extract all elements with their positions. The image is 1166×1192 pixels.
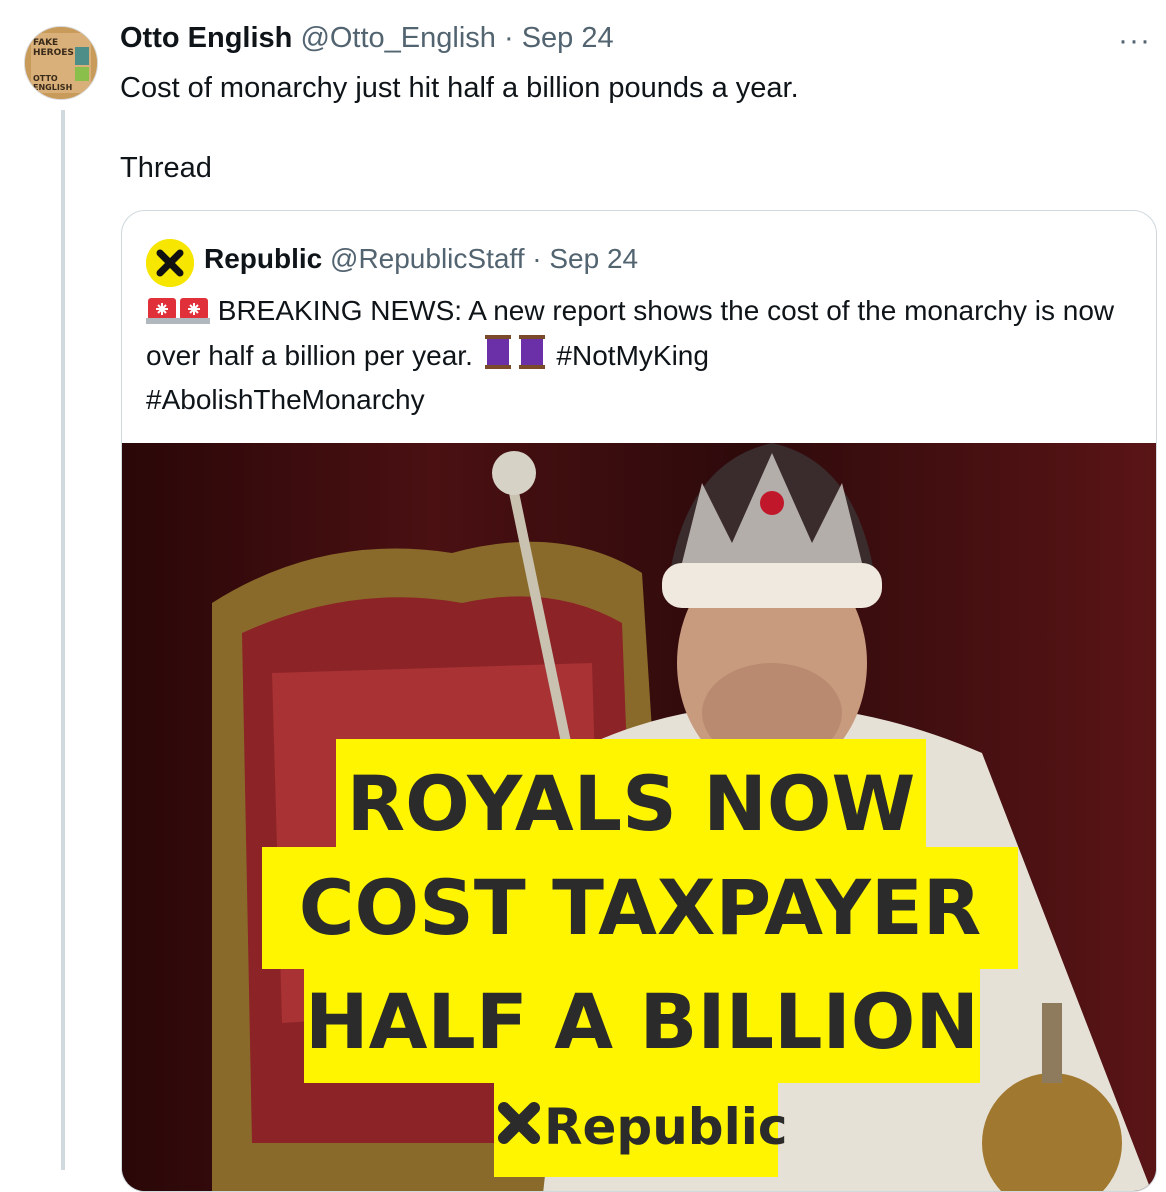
more-options-icon[interactable]: ··· [1118, 24, 1151, 58]
republic-logo-avatar[interactable] [146, 239, 194, 287]
tweet-text-line: Thread [120, 152, 212, 184]
svg-text:ENGLISH: ENGLISH [33, 83, 72, 92]
quote-media-image[interactable]: ROYALS NOW COST TAXPAYER HALF A BILLION … [122, 443, 1156, 1191]
headline-banner: COST TAXPAYER [262, 847, 1018, 969]
hashtag-link[interactable]: #AbolishTheMonarchy [146, 384, 425, 415]
hashtag-link[interactable]: #NotMyKing [556, 340, 709, 371]
siren-icon [178, 294, 210, 335]
republic-x-icon [494, 1081, 544, 1181]
thread-spool-icon [481, 335, 515, 380]
quote-date[interactable]: Sep 24 [549, 243, 638, 274]
headline-banner: HALF A BILLION [304, 961, 980, 1083]
quote-header: Republic @RepublicStaff · Sep 24 [204, 243, 638, 275]
tweet-text-line: Cost of monarchy just hit half a billion… [120, 72, 799, 104]
book-cover-image: FAKE HEROES OTTO ENGLISH [25, 27, 97, 99]
brand-name: Republic [544, 1098, 788, 1156]
tweet-text: Cost of monarchy just hit half a billion… [120, 68, 799, 188]
tweet-header: Otto English @Otto_English · Sep 24 [120, 22, 614, 55]
quoted-tweet-card[interactable]: Republic @RepublicStaff · Sep 24 BREAKIN… [121, 210, 1157, 1192]
svg-text:HEROES: HEROES [33, 48, 74, 58]
author-avatar[interactable]: FAKE HEROES OTTO ENGLISH [24, 26, 98, 100]
tweet-date[interactable]: Sep 24 [522, 22, 614, 54]
thread-spool-icon [515, 335, 549, 380]
quote-author-handle[interactable]: @RepublicStaff [330, 243, 524, 274]
quote-author-name[interactable]: Republic [204, 243, 322, 274]
svg-text:OTTO: OTTO [33, 74, 58, 83]
siren-icon [146, 294, 178, 335]
republic-x-icon [146, 239, 194, 287]
quote-header-separator: · [524, 243, 550, 274]
thread-connector-line [61, 110, 65, 1170]
author-name[interactable]: Otto English [120, 22, 292, 54]
svg-text:FAKE: FAKE [33, 38, 58, 48]
republic-brand-banner: Republic [494, 1077, 788, 1177]
quote-text: BREAKING NEWS: A new report shows the co… [146, 291, 1136, 420]
author-handle[interactable]: @Otto_English [300, 22, 495, 54]
header-separator: · [495, 22, 522, 54]
